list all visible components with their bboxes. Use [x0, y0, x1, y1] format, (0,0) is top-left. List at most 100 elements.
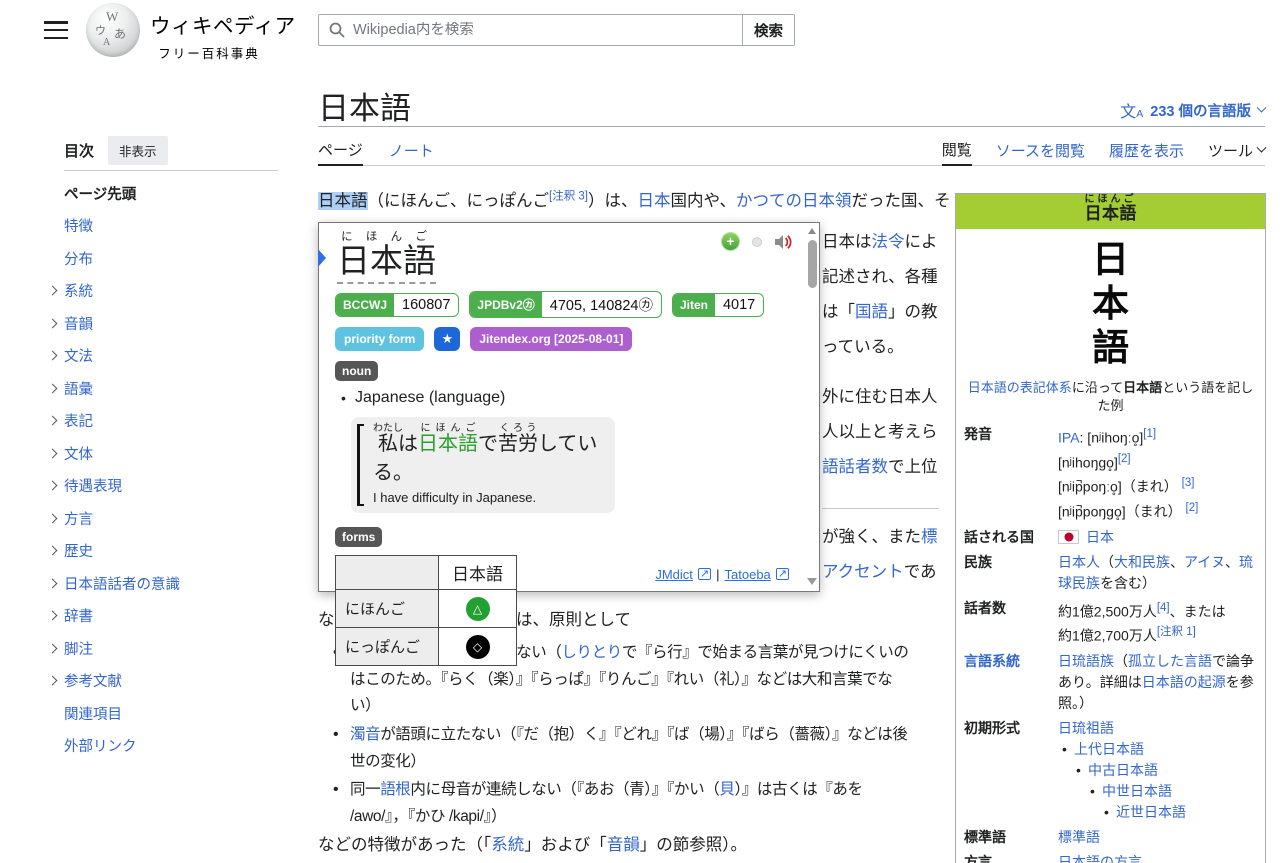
link[interactable]: 中世日本語: [1102, 783, 1172, 799]
toc-item-歴史[interactable]: 歴史: [40, 535, 292, 568]
tab-閲覧[interactable]: 閲覧: [942, 135, 972, 166]
tab-ページ[interactable]: ページ: [318, 135, 363, 166]
chevron-right-icon[interactable]: [47, 351, 57, 361]
link[interactable]: 音韻: [607, 836, 640, 854]
infobox-row-label[interactable]: 言語系統: [964, 651, 1058, 714]
link[interactable]: しりとり: [561, 644, 621, 661]
scrollbar-thumb[interactable]: [808, 240, 817, 288]
chevron-right-icon[interactable]: [47, 481, 57, 491]
link[interactable]: 孤立した言語: [1128, 653, 1212, 669]
wikipedia-wordmark[interactable]: ウィキペディア フリー百科事典: [150, 9, 268, 62]
tab-ソースを閲覧[interactable]: ソースを閲覧: [996, 135, 1085, 166]
scroll-up-icon[interactable]: [808, 228, 816, 234]
reference-link[interactable]: [2]: [1118, 453, 1131, 465]
toc-item-待遇表現[interactable]: 待遇表現: [40, 470, 292, 503]
link[interactable]: 貝: [719, 781, 734, 798]
audio-play-button[interactable]: [774, 234, 793, 250]
reference-link[interactable]: [注釈 1]: [1157, 626, 1196, 638]
star-icon: ★: [434, 327, 460, 351]
language-selector-button[interactable]: 文A 233 個の言語版: [1120, 98, 1265, 122]
link[interactable]: 上代日本語: [1074, 741, 1144, 757]
link[interactable]: 日本: [637, 192, 670, 210]
tab-履歴を表示[interactable]: 履歴を表示: [1109, 135, 1184, 166]
link[interactable]: 系統: [491, 836, 524, 854]
toc-item-ページ先頭[interactable]: ページ先頭: [40, 177, 292, 210]
reference-link[interactable]: [2]: [1186, 502, 1199, 514]
link[interactable]: アイヌ: [1184, 554, 1225, 570]
popup-scrollbar[interactable]: [805, 223, 819, 591]
chevron-right-icon[interactable]: [47, 546, 57, 556]
japan-flag-icon: [1058, 530, 1079, 544]
reference-link[interactable]: [注釈 3]: [549, 191, 588, 203]
toc-item-脚注[interactable]: 脚注: [40, 632, 292, 665]
hamburger-menu-icon[interactable]: [44, 21, 68, 44]
link[interactable]: 中古日本語: [1088, 762, 1158, 778]
chevron-right-icon[interactable]: [47, 676, 57, 686]
add-note-button[interactable]: +: [721, 232, 740, 251]
toc-item-関連項目[interactable]: 関連項目: [40, 697, 292, 730]
chevron-right-icon[interactable]: [47, 416, 57, 426]
reference-link[interactable]: [4]: [1157, 602, 1170, 614]
toc-item-方言[interactable]: 方言: [40, 502, 292, 535]
link[interactable]: アクセント: [822, 563, 904, 581]
search-icon: [329, 22, 345, 38]
toc-item-特徴[interactable]: 特徴: [40, 210, 292, 243]
link[interactable]: 標: [921, 528, 938, 546]
jmdict-link[interactable]: JMdict: [655, 567, 693, 582]
chevron-right-icon[interactable]: [47, 383, 57, 393]
toc-item-辞書[interactable]: 辞書: [40, 600, 292, 633]
link[interactable]: 国語: [855, 303, 888, 321]
chevron-right-icon[interactable]: [47, 286, 57, 296]
infobox-row-label: 発音: [964, 424, 1058, 523]
link[interactable]: 日琉語族: [1058, 653, 1114, 669]
link[interactable]: 日本語の表記体系: [968, 380, 1072, 395]
search-button[interactable]: 検索: [742, 15, 794, 45]
toc-item-日本語話者の意識[interactable]: 日本語話者の意識: [40, 567, 292, 600]
link[interactable]: 法令: [872, 233, 905, 251]
toc-item-外部リンク[interactable]: 外部リンク: [40, 730, 292, 763]
dictionary-source-tag[interactable]: Jitendex.org [2025-08-01]: [470, 327, 632, 351]
entry-marker-icon: [318, 249, 326, 267]
link[interactable]: 日本人: [1058, 554, 1100, 570]
scroll-down-icon[interactable]: [807, 578, 817, 585]
tatoeba-link[interactable]: Tatoeba: [725, 567, 771, 582]
link[interactable]: 日本語の方言: [1058, 854, 1142, 863]
chevron-right-icon[interactable]: [47, 448, 57, 458]
toc-item-表記[interactable]: 表記: [40, 405, 292, 438]
chevron-down-icon: [1257, 102, 1267, 112]
toc-item-分布[interactable]: 分布: [40, 242, 292, 275]
link[interactable]: 語話者数: [822, 458, 888, 476]
search-input[interactable]: [353, 22, 742, 38]
link[interactable]: 大和民族: [1114, 554, 1170, 570]
toc-item-文法[interactable]: 文法: [40, 340, 292, 373]
toc-hide-button[interactable]: 非表示: [108, 136, 168, 165]
link[interactable]: 日琉祖語: [1058, 720, 1114, 736]
toc-item-語彙[interactable]: 語彙: [40, 372, 292, 405]
wikipedia-logo[interactable]: WウあA: [86, 3, 140, 57]
article-line-fragment: 外に住む日本人: [822, 383, 938, 407]
chevron-right-icon[interactable]: [47, 513, 57, 523]
link[interactable]: 日本: [1086, 529, 1114, 545]
chevron-right-icon[interactable]: [47, 578, 57, 588]
link[interactable]: 近世日本語: [1116, 804, 1186, 820]
definition-text: Japanese (language): [355, 389, 795, 407]
toc-item-音韻[interactable]: 音韻: [40, 307, 292, 340]
link[interactable]: IPA: [1058, 430, 1080, 446]
link[interactable]: 日本語の起源: [1142, 674, 1226, 690]
reference-link[interactable]: [3]: [1182, 477, 1195, 489]
infobox-row-言語系統: 言語系統日琉語族（孤立した言語で論争あり。詳細は日本語の起源を参照。）: [956, 649, 1265, 716]
toc-item-文体[interactable]: 文体: [40, 437, 292, 470]
chevron-right-icon[interactable]: [47, 643, 57, 653]
toc-item-系統[interactable]: 系統: [40, 275, 292, 308]
tab-ノート[interactable]: ノート: [389, 135, 434, 166]
link[interactable]: 語根: [380, 781, 410, 798]
link[interactable]: 濁音: [350, 726, 380, 743]
article-bullet-item: 同一語根内に母音が連続しない（『あお（青）』『かい（貝）』は古くは『あを/awo…: [333, 777, 863, 830]
chevron-right-icon[interactable]: [47, 611, 57, 621]
tab-ツール[interactable]: ツール: [1208, 135, 1265, 166]
chevron-right-icon[interactable]: [47, 318, 57, 328]
link[interactable]: かつての日本領: [736, 192, 852, 210]
reference-link[interactable]: [1]: [1143, 428, 1156, 440]
toc-item-参考文献[interactable]: 参考文献: [40, 665, 292, 698]
link[interactable]: 標準語: [1058, 829, 1100, 845]
